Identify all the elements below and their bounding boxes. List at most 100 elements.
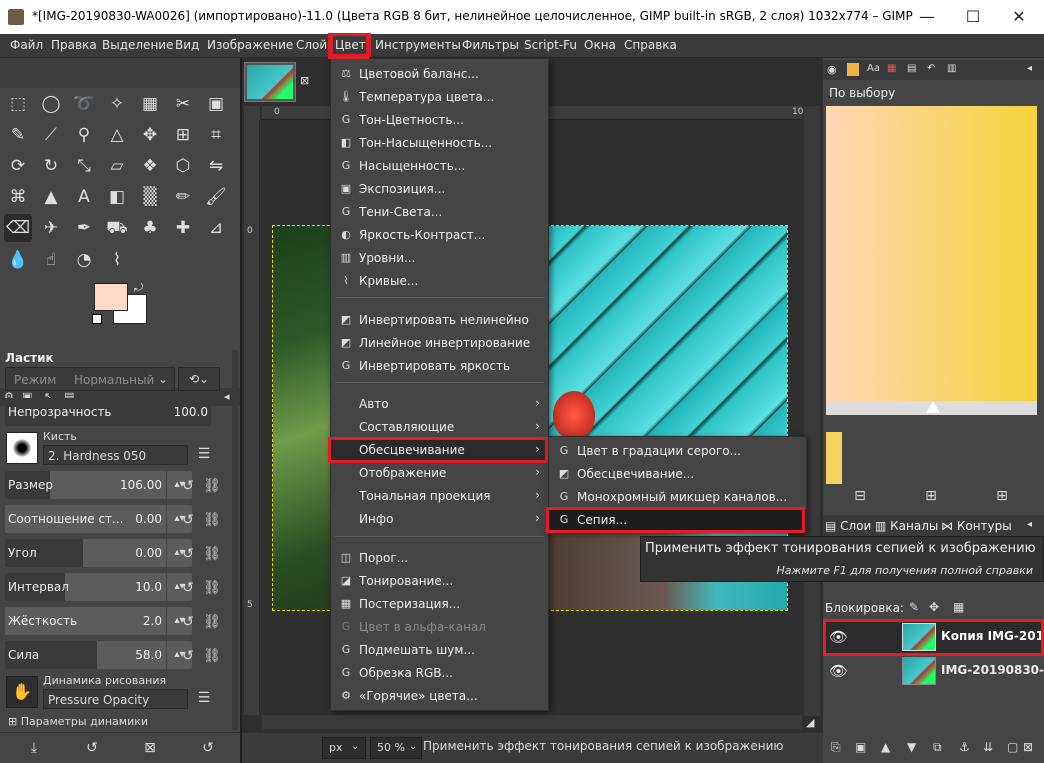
size-slider[interactable]: Размер 106.00 ▴▾: [5, 471, 192, 499]
zoom-icon[interactable]: ⚲: [70, 121, 98, 149]
foreground-color-swatch[interactable]: [94, 283, 128, 311]
menu-select[interactable]: Выделение: [102, 38, 173, 52]
link-icon[interactable]: ⛓: [202, 578, 222, 598]
menu-item-saturation[interactable]: G Насыщенность...: [331, 155, 548, 178]
hardness-slider[interactable]: Жёсткость 2.0 ▴▾: [5, 607, 192, 635]
image-tab-thumbnail[interactable]: [244, 62, 296, 102]
close-button[interactable]: ✕: [996, 0, 1042, 34]
brush-name-field[interactable]: 2. Hardness 050: [43, 445, 188, 465]
menu-script-fu[interactable]: Script-Fu: [524, 38, 577, 52]
close-image-tab-icon[interactable]: ⊠: [300, 74, 309, 87]
menu-item-mono-mixer[interactable]: G Монохромный микшер каналов...: [549, 486, 806, 509]
menu-item-threshold[interactable]: ◫ Порог...: [331, 547, 548, 570]
quick-mask-corner[interactable]: [244, 106, 260, 120]
duplicate-layer-icon[interactable]: ⧉: [933, 740, 942, 755]
menu-item-exposure[interactable]: ▣ Экспозиция...: [331, 178, 548, 201]
pencil-icon[interactable]: ✏: [169, 183, 197, 211]
dynamics-field[interactable]: Pressure Opacity: [43, 689, 188, 709]
menu-item-sepia[interactable]: G Сепия...: [549, 509, 806, 532]
zoom-fit-icon[interactable]: ⊞: [992, 486, 1012, 506]
unified-transform-icon[interactable]: ⟳: [4, 152, 32, 180]
menu-item-levels[interactable]: ▥ Уровни...: [331, 247, 548, 270]
perspective-icon[interactable]: ⬡: [169, 152, 197, 180]
mode-select[interactable]: Режим Нормальный ⌄: [5, 367, 175, 391]
brushes-tab-icon[interactable]: ◉: [827, 63, 837, 76]
link-icon[interactable]: ⛓: [202, 612, 222, 632]
dock-menu-icon[interactable]: ◂: [1027, 63, 1032, 74]
menu-item-linear-invert[interactable]: ◩ Линейное инвертирование: [331, 332, 548, 355]
menu-item-shadows-highlights[interactable]: G Тени-Света...: [331, 201, 548, 224]
vertical-scrollbar[interactable]: [804, 106, 820, 716]
lock-position-icon[interactable]: ✥: [929, 600, 939, 614]
ellipse-select-icon[interactable]: ◯: [37, 90, 65, 118]
minimize-button[interactable]: —: [904, 0, 950, 34]
menu-item-color-balance[interactable]: ⚖ Цветовой баланс...: [331, 63, 548, 86]
tab-channels[interactable]: ▥ Каналы: [875, 519, 938, 533]
measure-icon[interactable]: △: [103, 121, 131, 149]
lasso-icon[interactable]: ➰: [70, 90, 98, 118]
menu-windows[interactable]: Окна: [584, 38, 616, 52]
gradient-icon[interactable]: ▒: [136, 183, 164, 211]
gradient-handles[interactable]: [826, 401, 1037, 415]
reset-icon[interactable]: ↺: [178, 612, 198, 632]
angle-slider[interactable]: Угол 0.00 ▴▾: [5, 539, 192, 567]
menu-tools[interactable]: Инструменты: [375, 38, 461, 52]
blend-space-button[interactable]: ⟲⌄: [178, 367, 220, 391]
reset-icon[interactable]: ↺: [178, 578, 198, 598]
text-tool-icon[interactable]: A: [70, 183, 98, 211]
color-picker-icon[interactable]: ⟋: [37, 121, 65, 149]
fill-icon[interactable]: ◧: [103, 183, 131, 211]
mypaint-brush-icon[interactable]: ⛟: [103, 214, 131, 242]
raise-layer-icon[interactable]: ▲: [881, 740, 890, 754]
swap-colors-icon[interactable]: ⤾: [134, 281, 143, 295]
smudge-icon[interactable]: ☝: [37, 246, 65, 274]
menu-image[interactable]: Изображение: [207, 38, 293, 52]
link-icon[interactable]: ⛓: [202, 476, 222, 496]
eye-icon[interactable]: 👁: [829, 662, 848, 680]
force-slider[interactable]: Сила 58.0 ▴▾: [5, 641, 192, 669]
menu-item-posterize[interactable]: ▦ Постеризация...: [331, 593, 548, 616]
menu-edit[interactable]: Правка: [51, 38, 97, 52]
panel-menu-icon[interactable]: ◂: [224, 390, 230, 403]
menu-item-desaturate-dialog[interactable]: ◩ Обесцвечивание...: [549, 463, 806, 486]
gradients-tab-icon[interactable]: ▥: [947, 63, 956, 74]
crop-icon[interactable]: ⌗: [202, 121, 230, 149]
reset-icon[interactable]: ↺: [178, 646, 198, 666]
layer-row[interactable]: 👁 IMG-20190830-: [823, 654, 1044, 688]
zoom-select[interactable]: 50 % ⌄: [370, 737, 422, 759]
anchor-layer-icon[interactable]: ⚓: [959, 740, 970, 754]
edit-brush-icon[interactable]: ☰: [194, 444, 214, 464]
gradient-preview[interactable]: [826, 106, 1037, 401]
menu-item-desaturate[interactable]: Обесцвечивание ›: [331, 439, 548, 462]
layer-row-selected[interactable]: 👁 Копия IMG-201: [823, 620, 1044, 654]
shear-icon[interactable]: ▱: [103, 152, 131, 180]
opacity-slider[interactable]: Непрозрачность 100.0: [5, 398, 211, 426]
scale-icon[interactable]: ⤡: [70, 152, 98, 180]
menu-item-curves[interactable]: ⌇ Кривые...: [331, 270, 548, 293]
menu-item-hue-saturation[interactable]: ◧ Тон-Насыщенность...: [331, 132, 548, 155]
new-group-icon[interactable]: ▣: [855, 740, 866, 754]
airbrush-icon[interactable]: ✈: [37, 214, 65, 242]
lock-pixels-icon[interactable]: ✎: [909, 600, 919, 614]
warp-icon[interactable]: ❖: [136, 152, 164, 180]
menu-filters[interactable]: Фильтры: [462, 38, 519, 52]
menu-item-info[interactable]: Инфо ›: [331, 508, 548, 531]
menu-item-value-invert[interactable]: G Инвертировать яркость: [331, 355, 548, 378]
menu-view[interactable]: Вид: [175, 38, 199, 52]
select-by-color-icon[interactable]: ▦: [136, 90, 164, 118]
scissors-icon[interactable]: ✂: [169, 90, 197, 118]
fonts-tab-icon[interactable]: Aa: [867, 63, 880, 74]
reset-icon[interactable]: ↺: [178, 476, 198, 496]
zoom-in-icon[interactable]: ⊞: [921, 486, 941, 506]
magic-wand-icon[interactable]: ✧: [103, 90, 131, 118]
horizontal-scrollbar[interactable]: [262, 715, 802, 729]
menu-item-brightness-contrast[interactable]: ◐ Яркость-Контраст...: [331, 224, 548, 247]
palettes-tab-icon[interactable]: ▦: [887, 63, 896, 74]
menu-item-dither[interactable]: G Подмешать шум...: [331, 639, 548, 662]
merge-down-icon[interactable]: ⇊: [983, 740, 993, 754]
menu-layer[interactable]: Слой: [296, 38, 327, 52]
heal-icon[interactable]: ✚: [169, 214, 197, 242]
reset-icon[interactable]: ↺: [178, 544, 198, 564]
aspect-ratio-slider[interactable]: Соотношение ст... 0.00 ▴▾: [5, 505, 192, 533]
menu-item-hot[interactable]: ⚙ «Горячие» цвета...: [331, 685, 548, 708]
